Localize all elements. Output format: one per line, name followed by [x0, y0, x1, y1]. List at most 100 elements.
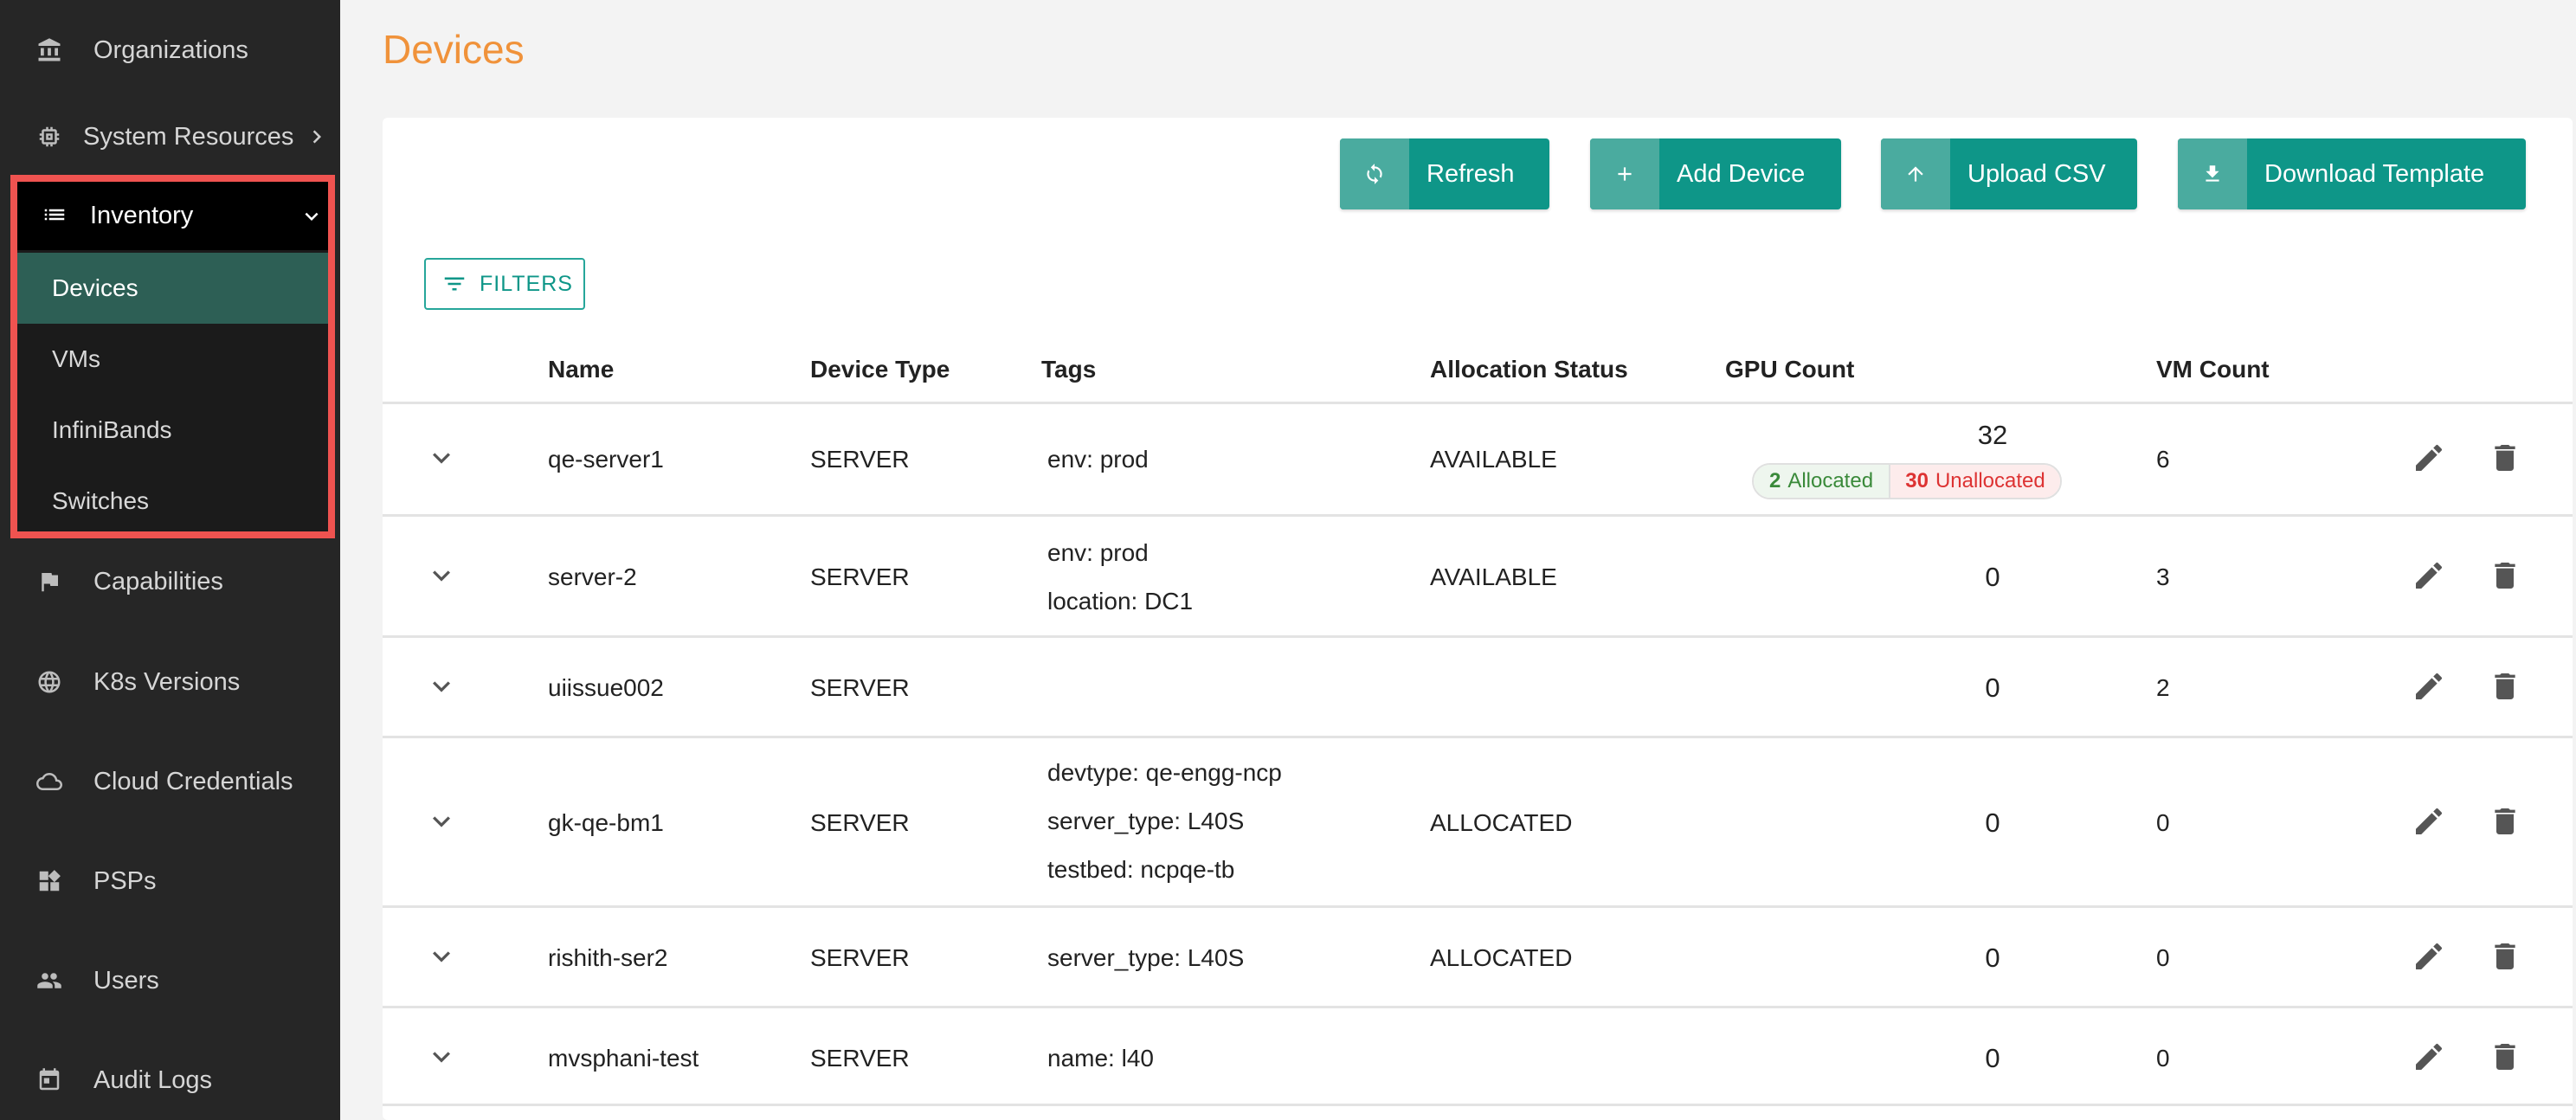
header-name[interactable]: Name — [548, 356, 614, 383]
refresh-icon — [1340, 138, 1409, 209]
edit-icon[interactable] — [2412, 939, 2446, 974]
sidebar-item-users[interactable]: Users — [0, 955, 340, 1007]
people-icon — [35, 966, 64, 995]
sidebar-item-organizations[interactable]: Organizations — [0, 26, 340, 74]
tag: server_type: L40S — [1047, 944, 1245, 971]
bank-icon — [35, 35, 64, 65]
header-tags[interactable]: Tags — [1041, 356, 1096, 383]
globe-icon — [35, 667, 64, 697]
table-row: qe-server1 SERVER env: prod AVAILABLE 32… — [383, 402, 2573, 514]
sidebar-item-devices[interactable]: Devices — [17, 253, 328, 324]
sidebar-item-switches[interactable]: Switches — [17, 466, 328, 537]
delete-icon[interactable] — [2488, 441, 2522, 475]
table-row: rishith-ser2 SERVER server_type: L40S AL… — [383, 905, 2573, 1006]
device-name: server-2 — [548, 563, 637, 590]
allocation-status: AVAILABLE — [1430, 563, 1557, 590]
filters-button[interactable]: FILTERS — [424, 258, 585, 310]
sidebar-item-capabilities[interactable]: Capabilities — [0, 556, 340, 608]
table-row: uiissue002 SERVER 0 2 — [383, 635, 2573, 736]
list-icon — [42, 202, 71, 231]
device-name: qe-server1 — [548, 446, 664, 473]
edit-icon[interactable] — [2412, 441, 2446, 475]
allocation-status: ALLOCATED — [1430, 944, 1573, 971]
delete-icon[interactable] — [2488, 669, 2522, 704]
device-type: SERVER — [810, 1045, 910, 1072]
devices-card: Refresh Add Device Upload CSV Download T… — [383, 118, 2573, 1120]
gpu-allocation-badge: 2 Allocated 30 Unallocated — [1752, 463, 2062, 499]
chip-icon — [35, 122, 64, 151]
allocation-status: AVAILABLE — [1430, 446, 1557, 473]
gpu-count: 0 — [1985, 808, 2000, 838]
vm-count: 0 — [2156, 1045, 2170, 1072]
gpu-count: 0 — [1985, 943, 2000, 973]
delete-icon[interactable] — [2488, 1040, 2522, 1074]
inventory-group: Inventory Devices VMs InfiniBands Switch… — [10, 175, 335, 538]
edit-icon[interactable] — [2412, 558, 2446, 593]
edit-icon[interactable] — [2412, 669, 2446, 704]
page-title: Devices — [383, 27, 525, 72]
edit-icon[interactable] — [2412, 1040, 2446, 1074]
tag: name: l40 — [1047, 1045, 1154, 1072]
device-type: SERVER — [810, 563, 910, 590]
vm-count: 6 — [2156, 446, 2170, 473]
expand-row-icon[interactable] — [424, 558, 459, 593]
calendar-icon — [35, 1065, 64, 1095]
delete-icon[interactable] — [2488, 939, 2522, 974]
delete-icon[interactable] — [2488, 804, 2522, 839]
widgets-icon — [35, 866, 64, 896]
expand-row-icon[interactable] — [424, 669, 459, 704]
device-type: SERVER — [810, 944, 910, 971]
sidebar: Organizations System Resources Inventory… — [0, 0, 340, 1120]
device-type: SERVER — [810, 674, 910, 701]
cloud-icon — [35, 767, 64, 796]
table-row: server-2 SERVER env: prod location: DC1 … — [383, 514, 2573, 635]
header-vm-count[interactable]: VM Count — [2156, 356, 2270, 383]
table-row: mvsphani-test SERVER name: l40 0 0 — [383, 1006, 2573, 1106]
header-allocation-status[interactable]: Allocation Status — [1430, 356, 1628, 383]
vm-count: 3 — [2156, 563, 2170, 590]
header-gpu-count[interactable]: GPU Count — [1725, 356, 1854, 383]
header-device-type[interactable]: Device Type — [810, 356, 950, 383]
device-type: SERVER — [810, 446, 910, 473]
tag: testbed: ncpqe-tb — [1047, 856, 1235, 883]
sidebar-item-cloud-credentials[interactable]: Cloud Credentials — [0, 756, 340, 808]
flag-icon — [35, 567, 64, 596]
expand-row-icon[interactable] — [424, 939, 459, 974]
expand-row-icon[interactable] — [424, 804, 459, 839]
sidebar-item-vms[interactable]: VMs — [17, 324, 328, 395]
tag: devtype: qe-engg-ncp — [1047, 759, 1282, 786]
gpu-count: 0 — [1985, 1043, 2000, 1073]
device-name: rishith-ser2 — [548, 944, 668, 971]
chevron-right-icon — [304, 124, 330, 150]
tag: env: prod — [1047, 539, 1149, 566]
sidebar-item-infinibands[interactable]: InfiniBands — [17, 395, 328, 466]
edit-icon[interactable] — [2412, 804, 2446, 839]
sidebar-item-psps[interactable]: PSPs — [0, 855, 340, 907]
arrow-up-icon — [1881, 138, 1950, 209]
allocation-status: ALLOCATED — [1430, 809, 1573, 836]
table-row: gk-qe-bm1 SERVER devtype: qe-engg-ncp se… — [383, 736, 2573, 905]
tag: server_type: L40S — [1047, 808, 1245, 834]
download-template-button[interactable]: Download Template — [2178, 138, 2526, 209]
gpu-count: 32 — [1977, 420, 2008, 450]
refresh-button[interactable]: Refresh — [1340, 138, 1549, 209]
expand-row-icon[interactable] — [424, 441, 459, 475]
sidebar-item-audit-logs[interactable]: Audit Logs — [0, 1054, 340, 1106]
filter-list-icon — [444, 277, 465, 291]
sidebar-item-system-resources[interactable]: System Resources — [0, 111, 340, 163]
sidebar-item-inventory[interactable]: Inventory — [17, 182, 328, 250]
delete-icon[interactable] — [2488, 558, 2522, 593]
sidebar-item-k8s-versions[interactable]: K8s Versions — [0, 656, 340, 708]
vm-count: 2 — [2156, 674, 2170, 701]
device-name: gk-qe-bm1 — [548, 809, 664, 836]
tag: location: DC1 — [1047, 588, 1194, 615]
device-name: uiissue002 — [548, 674, 664, 701]
upload-csv-button[interactable]: Upload CSV — [1881, 138, 2137, 209]
download-icon — [2178, 138, 2247, 209]
expand-row-icon[interactable] — [424, 1040, 459, 1074]
allocated-count: 2 Allocated — [1754, 465, 1890, 498]
device-name: mvsphani-test — [548, 1045, 699, 1072]
vm-count: 0 — [2156, 944, 2170, 971]
plus-icon — [1590, 138, 1659, 209]
add-device-button[interactable]: Add Device — [1590, 138, 1841, 209]
